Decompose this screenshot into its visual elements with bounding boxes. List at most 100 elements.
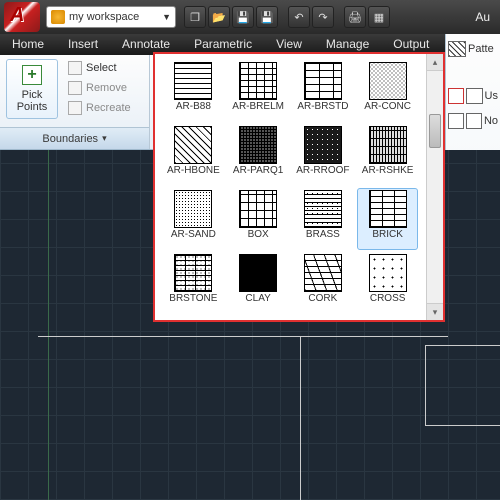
gear-icon — [51, 10, 65, 24]
hatch-item-ar-brstd[interactable]: AR-BRSTD — [293, 60, 354, 122]
hatch-item-brick[interactable]: BRICK — [357, 188, 418, 250]
hatch-item-label: AR-CONC — [364, 101, 411, 112]
plot-button[interactable]: ▦ — [368, 6, 390, 28]
recreate-icon — [68, 101, 82, 115]
hatch-swatch-icon — [239, 190, 277, 228]
hatch-item-ar-rroof[interactable]: AR-RROOF — [293, 124, 354, 186]
boundaries-title-label: Boundaries — [42, 133, 98, 145]
recreate-label: Recreate — [86, 102, 131, 114]
hatch-item-ar-sand[interactable]: AR-SAND — [163, 188, 224, 250]
pick-points-label: Pick Points — [7, 89, 57, 113]
y-axis-line — [48, 150, 49, 500]
hatch-item-brass[interactable]: BRASS — [293, 188, 354, 250]
quick-access-toolbar: ❐ 📂 💾 💾 ↶ ↷ 🖨 ▦ — [184, 6, 390, 28]
hatch-item-label: BRSTONE — [169, 293, 217, 304]
hatch-item-ar-hbone[interactable]: AR-HBONE — [163, 124, 224, 186]
hatch-item-label: CROSS — [370, 293, 406, 304]
hatch-item-box[interactable]: BOX — [228, 188, 289, 250]
plus-icon: + — [22, 65, 42, 85]
hatch-swatch-icon — [304, 126, 342, 164]
hatch-item-ar-conc[interactable]: AR-CONC — [357, 60, 418, 122]
workspace-name: my workspace — [69, 11, 139, 23]
recreate-button: Recreate — [64, 99, 135, 117]
none-swatch-icon — [466, 113, 482, 129]
hatch-item-label: AR-RSHKE — [362, 165, 414, 176]
drawing-edge — [425, 425, 500, 426]
print-button[interactable]: 🖨 — [344, 6, 366, 28]
workspace-combo[interactable]: my workspace ▼ — [46, 6, 176, 28]
undo-button[interactable]: ↶ — [288, 6, 310, 28]
hatch-item-cork[interactable]: CORK — [293, 252, 354, 314]
hatch-item-label: BRASS — [306, 229, 340, 240]
hatch-swatch-icon — [239, 126, 277, 164]
hatch-swatch-icon — [174, 254, 212, 292]
chevron-down-icon: ▾ — [102, 133, 107, 144]
hatch-item-label: BRICK — [372, 229, 403, 240]
hatch-swatch-icon — [174, 62, 212, 100]
swap-icon — [448, 113, 464, 129]
hatch-swatch-icon — [239, 254, 277, 292]
remove-label: Remove — [86, 82, 127, 94]
remove-button: Remove — [64, 79, 135, 97]
hatch-swatch-icon — [174, 190, 212, 228]
layer-icon — [466, 88, 482, 104]
app-title-fragment: Au — [475, 10, 496, 24]
hatch-swatch-icon — [369, 254, 407, 292]
color-swatch-icon — [448, 88, 464, 104]
select-button[interactable]: Select — [64, 59, 135, 77]
hatch-item-label: AR-B88 — [176, 101, 211, 112]
drawing-edge — [38, 336, 448, 337]
select-icon — [68, 61, 82, 75]
hatch-swatch-icon — [239, 62, 277, 100]
use-label: Us — [485, 90, 498, 102]
pattern-swatch-icon — [448, 41, 466, 57]
tab-insert[interactable]: Insert — [56, 34, 110, 55]
hatch-item-label: AR-HBONE — [167, 165, 220, 176]
hatch-item-ar-b88[interactable]: AR-B88 — [163, 60, 224, 122]
hatch-item-label: AR-BRSTD — [297, 101, 348, 112]
boundaries-panel: + Pick Points Select Remove Recreate B — [0, 55, 150, 149]
hatch-item-clay[interactable]: CLAY — [228, 252, 289, 314]
drawing-edge — [300, 336, 301, 500]
none-label: No — [484, 115, 498, 127]
hatch-item-brstone[interactable]: BRSTONE — [163, 252, 224, 314]
hatch-item-cross[interactable]: CROSS — [357, 252, 418, 314]
hatch-swatch-icon — [369, 126, 407, 164]
hatch-item-ar-parq1[interactable]: AR-PARQ1 — [228, 124, 289, 186]
select-label: Select — [86, 62, 117, 74]
panel-title-boundaries[interactable]: Boundaries ▾ — [0, 127, 149, 149]
hatch-swatch-icon — [304, 190, 342, 228]
hatch-item-ar-rshke[interactable]: AR-RSHKE — [357, 124, 418, 186]
hatch-item-ar-brelm[interactable]: AR-BRELM — [228, 60, 289, 122]
none-row[interactable]: No — [448, 110, 498, 132]
hatch-swatch-icon — [304, 254, 342, 292]
open-button[interactable]: 📂 — [208, 6, 230, 28]
hatch-item-label: AR-BRELM — [232, 101, 284, 112]
remove-icon — [68, 81, 82, 95]
hatch-swatch-icon — [304, 62, 342, 100]
save-as-button[interactable]: 💾 — [256, 6, 278, 28]
scroll-thumb[interactable] — [429, 114, 441, 148]
app-logo-icon[interactable] — [4, 2, 40, 32]
pattern-label: Patte — [468, 43, 494, 55]
save-button[interactable]: 💾 — [232, 6, 254, 28]
new-button[interactable]: ❐ — [184, 6, 206, 28]
use-current-row[interactable]: Us — [448, 85, 498, 107]
chevron-down-icon: ▼ — [162, 12, 171, 22]
redo-button[interactable]: ↷ — [312, 6, 334, 28]
hatch-item-label: AR-RROOF — [296, 165, 349, 176]
hatch-swatch-icon — [369, 190, 407, 228]
hatch-item-label: AR-SAND — [171, 229, 216, 240]
hatch-pattern-gallery: AR-B88 AR-BRELM AR-BRSTD AR-CONC AR-HBONE AR-… — [153, 52, 445, 322]
pattern-type-row[interactable]: Patte — [448, 38, 498, 60]
pick-points-button[interactable]: + Pick Points — [6, 59, 58, 119]
tab-home[interactable]: Home — [0, 34, 56, 55]
hatch-swatch-icon — [369, 62, 407, 100]
hatch-item-label: AR-PARQ1 — [233, 165, 283, 176]
gallery-scrollbar[interactable] — [426, 54, 443, 320]
hatch-swatch-icon — [174, 126, 212, 164]
hatch-item-label: CLAY — [245, 293, 270, 304]
hatch-item-label: BOX — [248, 229, 269, 240]
title-bar: my workspace ▼ ❐ 📂 💾 💾 ↶ ↷ 🖨 ▦ Au — [0, 0, 500, 34]
drawing-edge — [425, 345, 500, 346]
